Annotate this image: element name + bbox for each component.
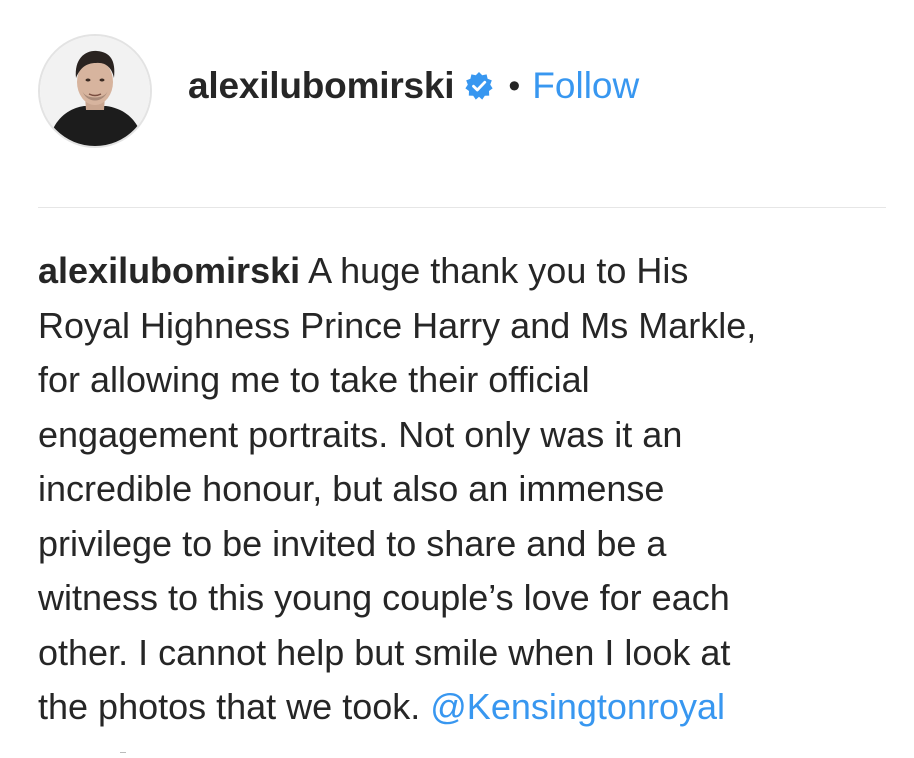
caption-line: Royal Highness Prince Harry and Ms Markl… [38,304,757,346]
caption-line: engagement portraits. Not only was it an [38,413,683,455]
caption-text: the photos that we took. [38,686,431,727]
verified-badge-icon [464,71,494,101]
username-link[interactable]: alexilubomirski [188,65,455,107]
follow-button[interactable]: Follow [532,65,639,107]
decorative-mark [120,752,126,753]
caption-line: other. I cannot help but smile when I lo… [38,631,731,673]
separator-dot: • [508,66,521,105]
mention-link[interactable]: @Kensingtonroyal [430,686,725,727]
header-text: alexilubomirski • Follow [188,56,639,116]
post-header: alexilubomirski • Follow [38,32,878,150]
divider [38,207,886,208]
caption-line: the photos that we took. @Kensingtonroya… [38,680,898,735]
caption-line: privilege to be invited to share and be … [38,522,667,564]
caption-line: alexilubomirski A huge thank you to His [38,244,898,299]
profile-photo [40,36,150,146]
caption-text: A huge thank you to His [300,250,689,291]
caption-line: incredible honour, but also an immense [38,468,665,509]
caption-line: witness to this young couple’s love for … [38,577,730,618]
instagram-post: alexilubomirski • Follow alexilubomirski… [0,0,914,758]
caption-line: for allowing me to take their official [38,359,590,400]
avatar[interactable] [38,34,152,148]
post-caption: alexilubomirski A huge thank you to His … [38,244,898,735]
caption-username-link[interactable]: alexilubomirski [38,250,300,291]
